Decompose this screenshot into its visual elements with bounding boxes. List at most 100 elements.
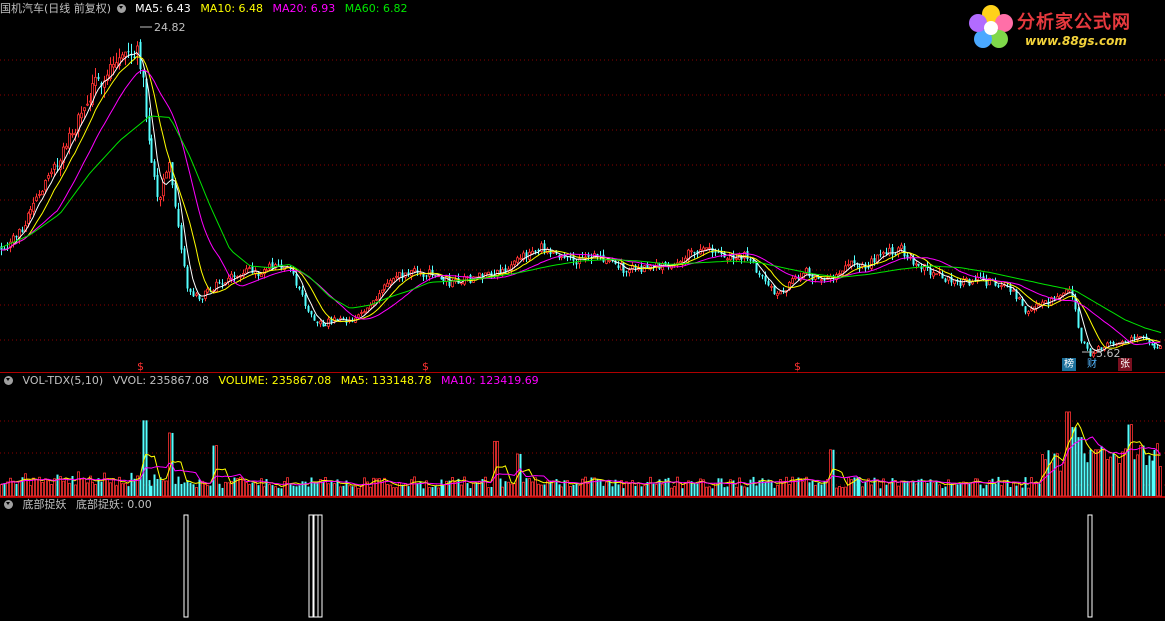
- volume-bar: [693, 483, 696, 496]
- candle-body: [932, 272, 935, 277]
- candle-body: [1159, 345, 1162, 349]
- volume-bar: [681, 488, 684, 496]
- volume-bar: [307, 486, 310, 496]
- volume-bar: [103, 472, 106, 497]
- dollar-marker[interactable]: $: [794, 360, 801, 373]
- volume-bar: [1009, 487, 1012, 496]
- volume-bar: [994, 483, 997, 496]
- candle-body: [245, 268, 248, 274]
- volume-bar: [360, 485, 363, 497]
- volume-bar: [717, 478, 720, 496]
- volume-bar: [44, 478, 47, 497]
- candle-body: [1092, 352, 1095, 357]
- dollar-marker[interactable]: $: [137, 360, 144, 373]
- volume-bar: [534, 477, 537, 497]
- candle-body: [192, 291, 195, 297]
- volume-bar: [584, 476, 587, 497]
- volume-bar: [917, 479, 920, 496]
- badge-cai[interactable]: 财: [1085, 358, 1099, 371]
- volume-bar: [820, 484, 823, 496]
- badge-zhang[interactable]: 张: [1118, 358, 1132, 371]
- volume-bar: [363, 477, 366, 497]
- volume-bar: [56, 474, 59, 496]
- volume-bar: [764, 482, 767, 496]
- volume-bar: [985, 484, 988, 496]
- volume-bar: [389, 484, 392, 497]
- volume-bar: [86, 482, 89, 497]
- volume-bar: [861, 486, 864, 497]
- volume-bar: [47, 480, 50, 497]
- volume-bar: [94, 484, 97, 497]
- volume-bar: [814, 484, 817, 497]
- volume-bar: [440, 479, 443, 496]
- volume-bar: [457, 478, 460, 496]
- volume-bar: [841, 487, 844, 497]
- candle-body: [1083, 341, 1086, 344]
- candle-body: [440, 277, 443, 280]
- candle-body: [32, 202, 35, 212]
- volume-bar: [127, 486, 130, 496]
- volume-bar: [950, 483, 953, 496]
- volume-bar: [195, 487, 198, 497]
- volume-bar: [77, 471, 80, 497]
- volume-bar: [434, 485, 437, 496]
- volume-bar: [906, 480, 909, 496]
- volume-bar: [879, 488, 882, 496]
- volume-bar: [944, 486, 947, 496]
- volume-bar: [218, 483, 221, 496]
- volume-bar: [1142, 445, 1145, 496]
- volume-bar: [198, 479, 201, 496]
- candle-body: [41, 190, 44, 196]
- badge-bang[interactable]: 榜: [1062, 358, 1076, 371]
- candle-body: [186, 266, 189, 289]
- volume-bar: [569, 486, 572, 497]
- candle-body: [35, 196, 38, 202]
- volume-bar: [1059, 470, 1062, 497]
- volume-bar: [177, 476, 180, 496]
- volume-bar: [864, 481, 867, 496]
- volume-bar: [1035, 482, 1038, 497]
- volume-bar: [212, 445, 215, 496]
- candle-body: [156, 174, 159, 197]
- volume-chart[interactable]: [0, 373, 1165, 497]
- volume-bar: [1050, 462, 1053, 497]
- volume-bar: [982, 488, 985, 496]
- candle-body: [608, 260, 611, 262]
- volume-bar: [599, 479, 602, 496]
- candle-body: [1030, 308, 1033, 312]
- volume-bar: [1062, 461, 1065, 497]
- candle-body: [1112, 341, 1115, 345]
- candle-body: [944, 278, 947, 282]
- volume-bar: [971, 481, 974, 497]
- volume-bar: [752, 476, 755, 496]
- price-chart[interactable]: 24.82 5.62 $ $ $: [0, 0, 1165, 373]
- candle-body: [858, 265, 861, 268]
- volume-bar: [602, 485, 605, 496]
- volume-bar: [1153, 449, 1156, 496]
- candle-body: [935, 273, 938, 276]
- volume-bar: [929, 479, 932, 496]
- volume-bar: [1115, 455, 1118, 497]
- volume-bar: [870, 484, 873, 497]
- volume-bar: [29, 485, 32, 497]
- dollar-marker[interactable]: $: [422, 360, 429, 373]
- volume-bar: [227, 482, 230, 497]
- volume-bar: [1000, 485, 1003, 497]
- candle-body: [870, 258, 873, 269]
- candle-body: [1027, 311, 1030, 314]
- candle-body: [702, 247, 705, 251]
- volume-bar: [676, 476, 679, 497]
- candle-body: [248, 267, 251, 270]
- candle-body: [378, 293, 381, 300]
- volume-bar: [41, 482, 44, 497]
- volume-bar: [153, 474, 156, 496]
- volume-bar: [301, 481, 304, 496]
- volume-bar: [531, 481, 534, 497]
- candle-body: [894, 253, 897, 255]
- indicator-chart[interactable]: [0, 497, 1165, 621]
- volume-bar: [487, 487, 490, 497]
- volume-bar: [150, 485, 153, 496]
- candle-body: [15, 235, 18, 238]
- volume-bar: [740, 485, 743, 496]
- candle-body: [1109, 342, 1112, 344]
